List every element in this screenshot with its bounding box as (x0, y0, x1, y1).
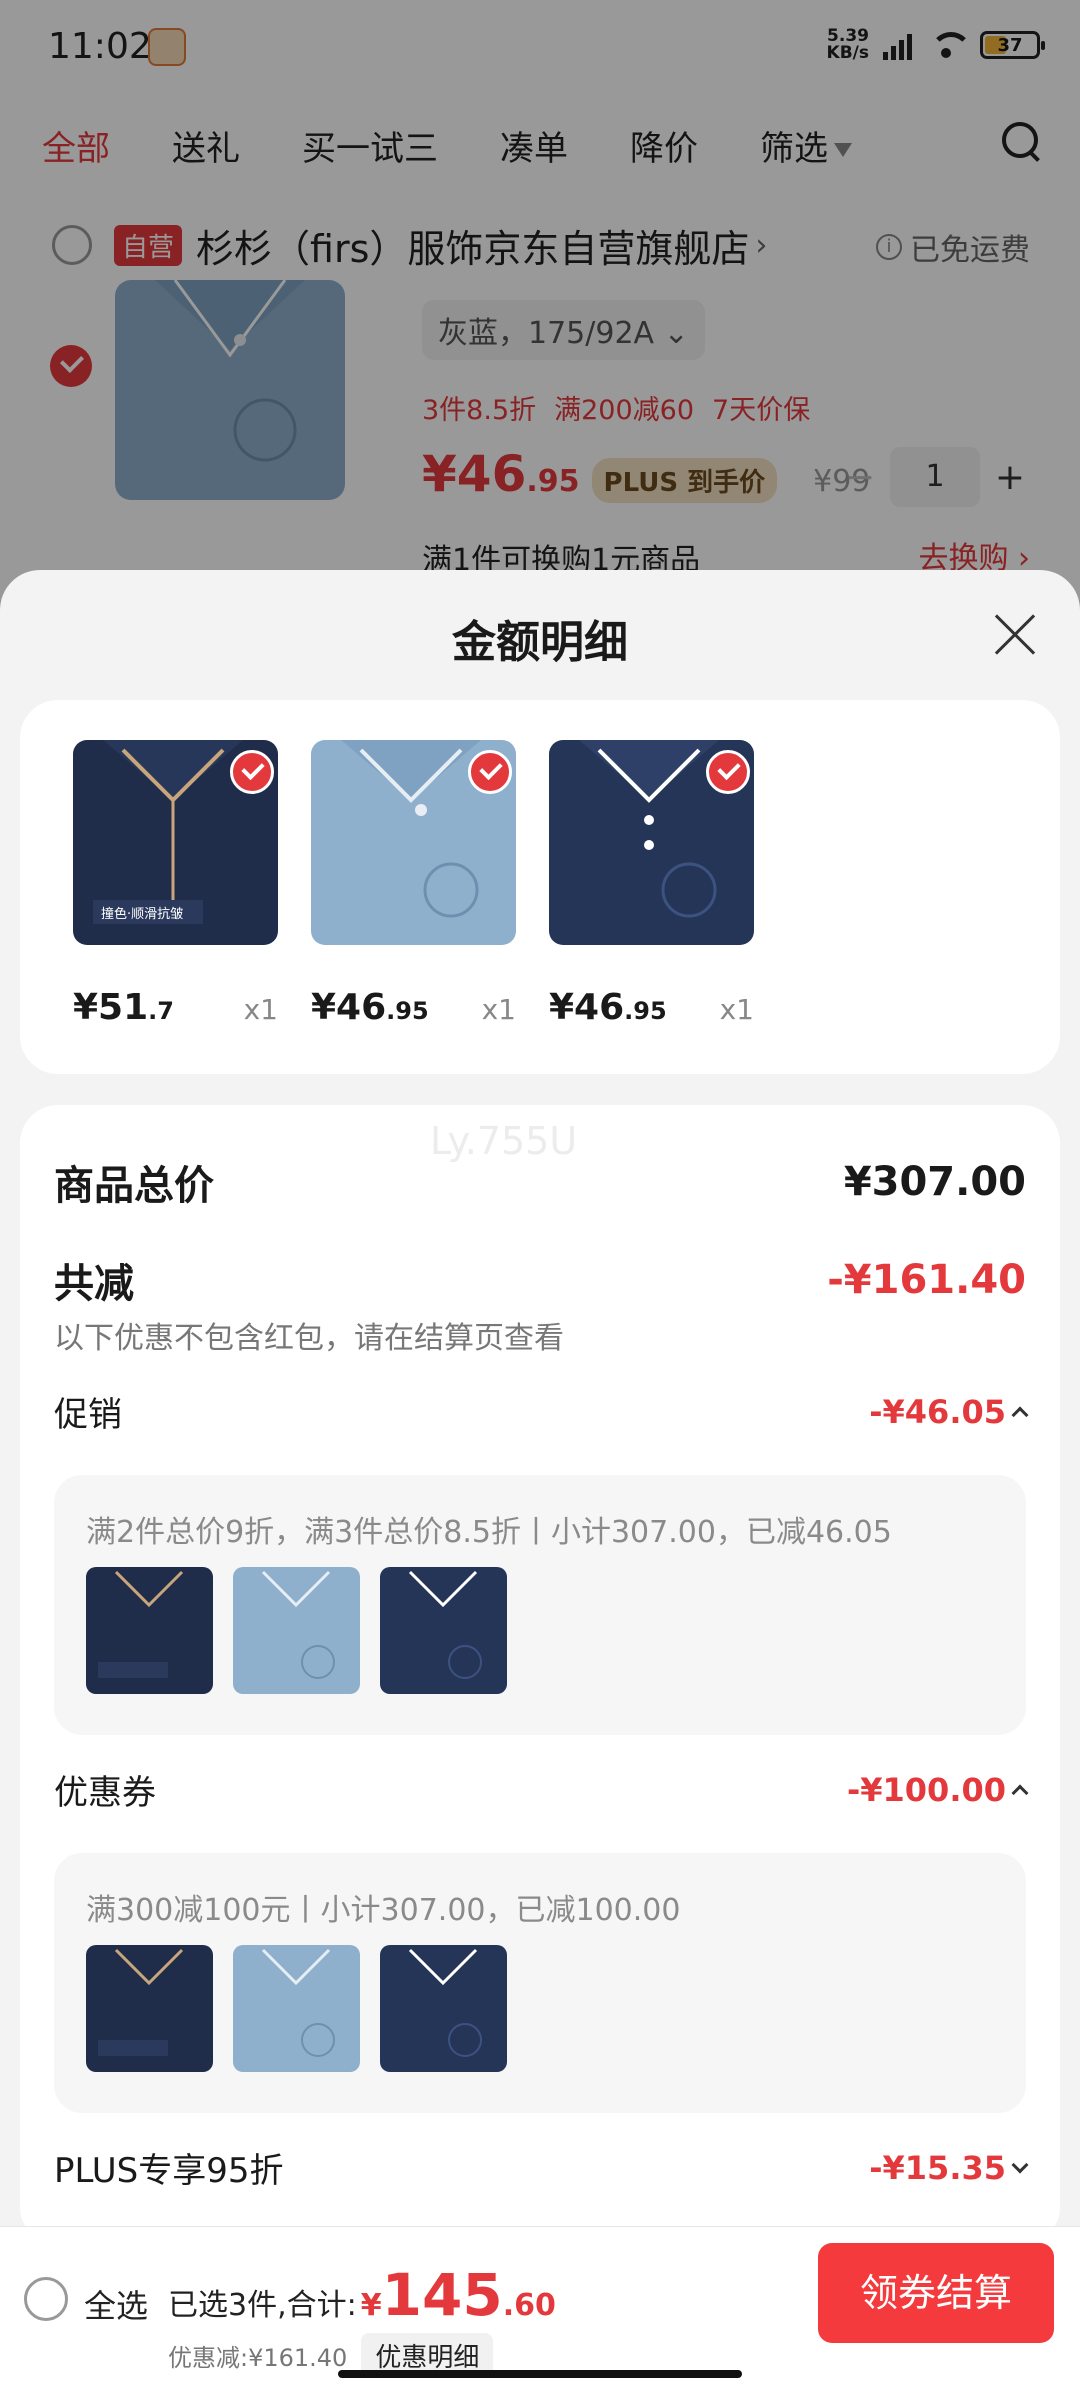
goods-price: ¥46.95 (549, 987, 667, 1028)
plus-discount-value: -¥15.35 (869, 2149, 1029, 2187)
goods-selected-check-icon (706, 750, 750, 794)
goods-item[interactable]: ¥46.95 x1 (549, 740, 754, 1028)
total-amount: 145 (381, 2261, 503, 2329)
price-breakdown-card: Ly.755U 商品总价 ¥307.00 共减 -¥161.40 以下优惠不包含… (20, 1105, 1060, 2245)
close-icon[interactable] (992, 612, 1038, 658)
goods-qty: x1 (243, 993, 278, 1026)
total-summary: 已选3件,合计: ¥ 145 .60 (168, 2261, 556, 2329)
total-reduction-row: 共减 -¥161.40 (54, 1251, 1026, 1309)
total-reduction-label: 共减 (54, 1261, 134, 1307)
goods-price: ¥51.7 (73, 987, 174, 1028)
goods-total-row: 商品总价 ¥307.00 (54, 1153, 1026, 1211)
promotion-row[interactable]: 促销 -¥46.05 (54, 1387, 1029, 1436)
coupon-goods-thumbs (86, 1945, 507, 2072)
goods-thumbnail (233, 1945, 360, 2072)
home-indicator[interactable] (338, 2370, 742, 2378)
goods-thumbnail (549, 740, 754, 945)
promotion-goods-thumbs (86, 1567, 507, 1694)
selected-goods-card: 撞色·顺滑抗皱 ¥51.7 x1 ¥46.95 x1 ¥46.95 x1 (20, 700, 1060, 1074)
goods-qty: x1 (719, 993, 754, 1026)
checkout-button[interactable]: 领券结算 (818, 2243, 1054, 2343)
chevron-down-icon (1011, 2156, 1029, 2173)
goods-thumbnail (380, 1945, 507, 2072)
coupon-label: 优惠券 (54, 1773, 156, 1813)
goods-item[interactable]: ¥46.95 x1 (311, 740, 516, 1028)
goods-thumbnail (86, 1567, 213, 1694)
goods-thumbnail (86, 1945, 213, 2072)
goods-thumbnail (311, 740, 516, 945)
goods-total-value: ¥307.00 (843, 1159, 1026, 1205)
svg-text:撞色·顺滑抗皱: 撞色·顺滑抗皱 (101, 906, 183, 922)
discount-text: 优惠减:¥161.40 (168, 2344, 348, 2372)
goods-item[interactable]: 撞色·顺滑抗皱 ¥51.7 x1 (73, 740, 278, 1028)
reduction-note: 以下优惠不包含红包，请在结算页查看 (54, 1321, 564, 1356)
chevron-up-icon (1011, 1406, 1029, 1423)
select-all-checkbox[interactable] (24, 2277, 68, 2321)
coupon-detail-box: 满300减100元丨小计307.00，已减100.00 (54, 1853, 1026, 2113)
goods-thumbnail (380, 1567, 507, 1694)
promotion-detail-text: 满2件总价9折，满3件总价8.5折丨小计307.00，已减46.05 (86, 1515, 892, 1550)
goods-thumbnail (233, 1567, 360, 1694)
total-reduction-value: -¥161.40 (827, 1257, 1026, 1303)
goods-selected-check-icon (468, 750, 512, 794)
promotion-detail-box: 满2件总价9折，满3件总价8.5折丨小计307.00，已减46.05 (54, 1475, 1026, 1735)
coupon-row[interactable]: 优惠券 -¥100.00 (54, 1765, 1029, 1814)
plus-discount-row[interactable]: PLUS专享95折 -¥15.35 (54, 2143, 1029, 2192)
sheet-title: 金额明细 (452, 617, 628, 668)
promotion-value: -¥46.05 (869, 1393, 1029, 1431)
goods-thumbnail: 撞色·顺滑抗皱 (73, 740, 278, 945)
goods-qty: x1 (481, 993, 516, 1026)
goods-selected-check-icon (230, 750, 274, 794)
goods-price: ¥46.95 (311, 987, 429, 1028)
select-all-label[interactable]: 全选 (84, 2281, 148, 2327)
chevron-up-icon (1011, 1784, 1029, 1801)
plus-discount-label: PLUS专享95折 (54, 2151, 284, 2191)
amount-detail-sheet: 金额明细 撞色·顺滑抗皱 ¥51.7 x1 ¥46.95 x1 ¥46.95 x… (0, 570, 1080, 2245)
promotion-label: 促销 (54, 1395, 122, 1435)
coupon-detail-text: 满300减100元丨小计307.00，已减100.00 (86, 1893, 681, 1928)
goods-total-label: 商品总价 (54, 1163, 214, 1209)
coupon-value: -¥100.00 (847, 1771, 1029, 1809)
